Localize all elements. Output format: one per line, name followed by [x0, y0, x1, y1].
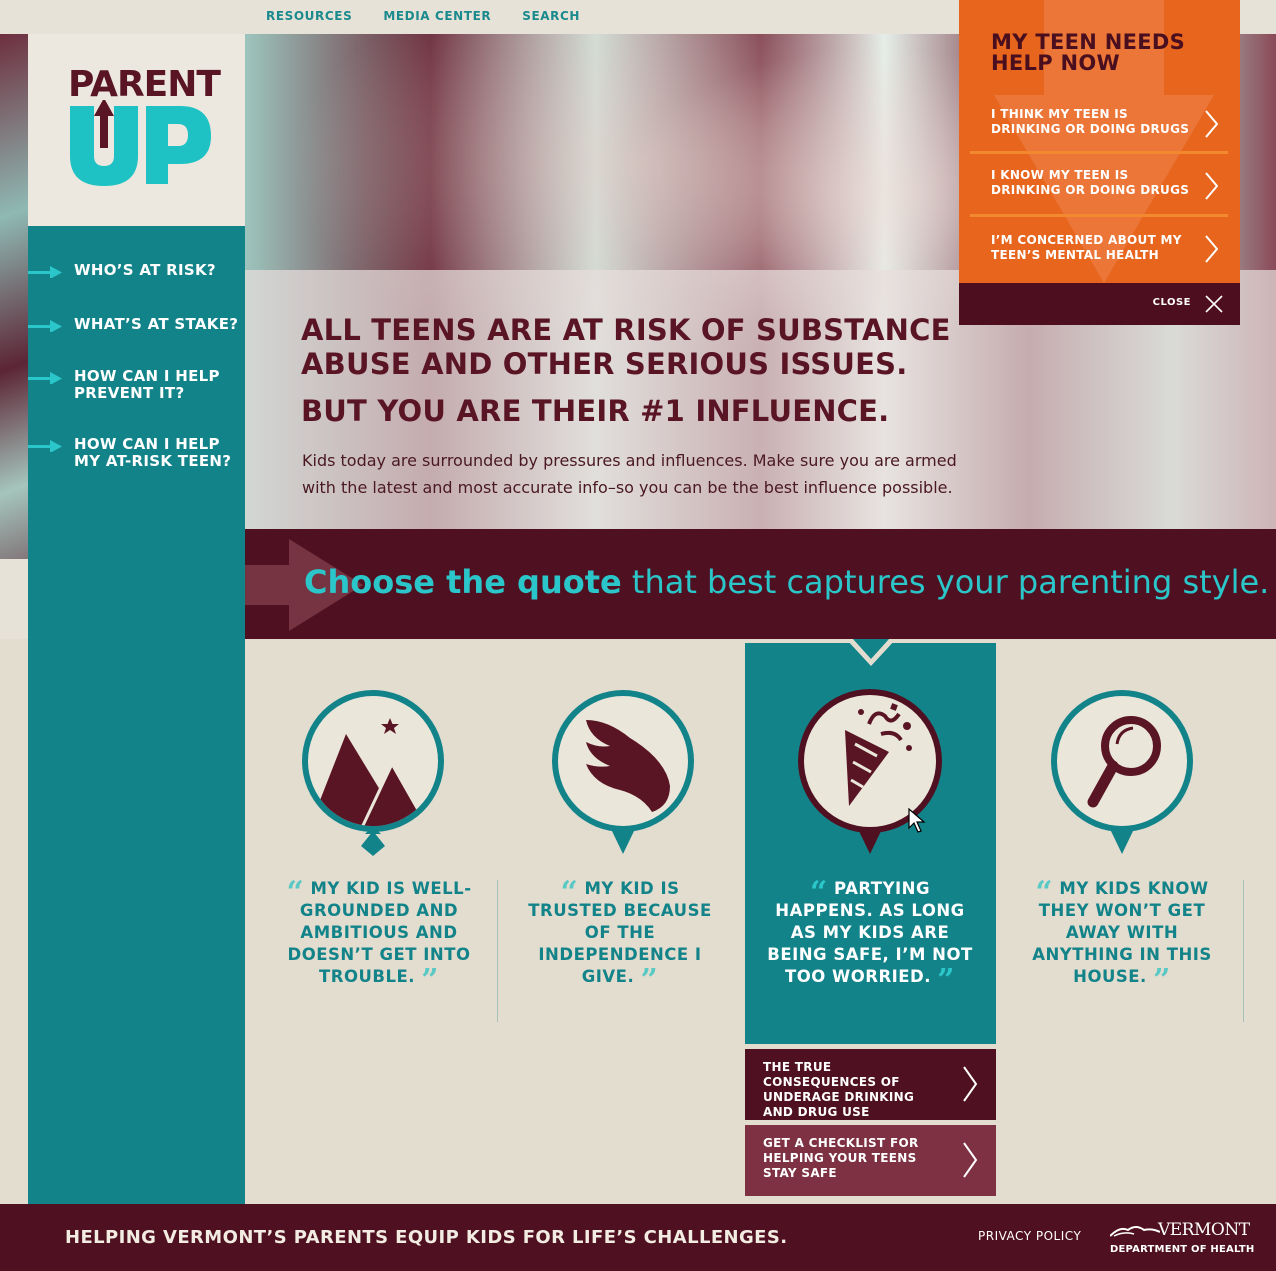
- mountain-logo-icon: [1110, 1226, 1160, 1237]
- sidebar-item-label: WHAT’S AT STAKE?: [74, 315, 239, 333]
- quote-card-1[interactable]: “ MY KID IS WELL-GROUNDED AND AMBITIOUS …: [273, 878, 485, 996]
- hero-body: Kids today are surrounded by pressures a…: [302, 451, 957, 497]
- quote-card-4[interactable]: “ MY KIDS KNOW THEY WON’T GET AWAY WITH …: [1016, 878, 1228, 996]
- help-now-panel: MY TEEN NEEDS HELP NOW I THINK MY TEEN I…: [959, 0, 1240, 325]
- help-item-think-drinking[interactable]: I THINK MY TEEN IS DRINKING OR DOING DRU…: [970, 92, 1228, 154]
- nav-search[interactable]: SEARCH: [522, 9, 580, 23]
- footer-tagline: HELPING VERMONT’S PARENTS EQUIP KIDS FOR…: [65, 1227, 788, 1248]
- banner-heading: Choose the quote that best captures your…: [304, 563, 1269, 601]
- help-item-label: I THINK MY TEEN IS DRINKING OR DOING DRU…: [991, 107, 1190, 136]
- close-quote-icon: ”: [421, 963, 440, 998]
- divider: [1243, 880, 1244, 1022]
- banner-heading-rest: that best captures your parenting style.: [621, 563, 1270, 601]
- top-nav: RESOURCES MEDIA CENTER SEARCH: [266, 9, 580, 23]
- logo-up-mark: [70, 100, 211, 186]
- close-quote-icon: ”: [937, 963, 956, 998]
- close-quote-icon: ”: [640, 963, 659, 998]
- magnifying-glass-icon[interactable]: [1047, 686, 1197, 856]
- chevron-right-icon: [1205, 172, 1218, 200]
- banner-heading-bold: Choose the quote: [304, 563, 622, 601]
- chevron-right-icon: [1205, 110, 1218, 138]
- selected-notch-inner: [853, 639, 889, 659]
- help-item-know-drinking[interactable]: I KNOW MY TEEN IS DRINKING OR DOING DRUG…: [970, 154, 1228, 216]
- chevron-right-icon: [963, 1066, 978, 1102]
- arrow-right-icon: [28, 266, 62, 278]
- hero-headline: ALL TEENS ARE AT RISK OF SUBSTANCE ABUSE…: [301, 313, 951, 381]
- link-true-consequences[interactable]: THE TRUE CONSEQUENCES OF UNDERAGE DRINKI…: [745, 1049, 996, 1120]
- nav-media-center[interactable]: MEDIA CENTER: [383, 9, 491, 23]
- link-label: THE TRUE CONSEQUENCES OF UNDERAGE DRINKI…: [763, 1060, 915, 1119]
- sidebar-item-whats-at-stake[interactable]: WHAT’S AT STAKE?: [28, 316, 245, 333]
- privacy-policy-link[interactable]: PRIVACY POLICY: [978, 1229, 1081, 1243]
- arrow-right-icon: [28, 320, 62, 332]
- sidebar-item-label: HOW CAN I HELP PREVENT IT?: [74, 367, 220, 402]
- quote-text: MY KIDS KNOW THEY WON’T GET AWAY WITH AN…: [1032, 879, 1212, 986]
- sidebar-item-whos-at-risk[interactable]: WHO’S AT RISK?: [28, 262, 245, 279]
- close-label: CLOSE: [1152, 297, 1191, 308]
- vermont-wordmark: VERMONT: [1158, 1220, 1250, 1240]
- help-item-mental-health[interactable]: I’M CONCERNED ABOUT MY TEEN’S MENTAL HEA…: [970, 217, 1228, 279]
- wing-icon[interactable]: [548, 686, 698, 856]
- link-checklist[interactable]: GET A CHECKLIST FOR HELPING YOUR TEENS S…: [745, 1125, 996, 1196]
- help-panel-title: MY TEEN NEEDS HELP NOW: [991, 30, 1186, 75]
- arrow-right-icon: [28, 440, 62, 452]
- help-close-button[interactable]: CLOSE: [959, 283, 1240, 325]
- mouse-cursor-icon: [908, 808, 926, 833]
- close-quote-icon: ”: [1153, 963, 1171, 998]
- sidebar-item-help-at-risk-teen[interactable]: HOW CAN I HELP MY AT-RISK TEEN?: [28, 436, 245, 470]
- divider: [497, 880, 498, 1022]
- quote-banner: Choose the quote that best captures your…: [245, 529, 1276, 639]
- hero-subhead: BUT YOU ARE THEIR #1 INFLUENCE.: [301, 394, 890, 428]
- footer: HELPING VERMONT’S PARENTS EQUIP KIDS FOR…: [0, 1204, 1276, 1271]
- chevron-right-icon: [963, 1142, 978, 1178]
- help-item-label: I KNOW MY TEEN IS DRINKING OR DOING DRUG…: [991, 168, 1190, 197]
- help-item-label: I’M CONCERNED ABOUT MY TEEN’S MENTAL HEA…: [991, 233, 1182, 262]
- mountain-icon[interactable]: [298, 686, 448, 856]
- sidebar-item-label: HOW CAN I HELP MY AT-RISK TEEN?: [74, 435, 232, 470]
- link-label: GET A CHECKLIST FOR HELPING YOUR TEENS S…: [763, 1136, 919, 1180]
- quote-text: MY KID IS TRUSTED BECAUSE OF THE INDEPEN…: [528, 879, 712, 986]
- sidebar-item-help-prevent[interactable]: HOW CAN I HELP PREVENT IT?: [28, 368, 245, 402]
- logo-parent-text: PARENT: [68, 64, 221, 105]
- quote-text: MY KID IS WELL-GROUNDED AND AMBITIOUS AN…: [287, 879, 472, 986]
- quote-card-3-selected[interactable]: “ PARTYING HAPPENS. AS LONG AS MY KIDS A…: [764, 878, 976, 996]
- department-of-health: DEPARTMENT OF HEALTH: [1110, 1244, 1255, 1255]
- sidebar: WHO’S AT RISK? WHAT’S AT STAKE? HOW CAN …: [28, 226, 245, 1204]
- sidebar-item-label: WHO’S AT RISK?: [74, 261, 216, 279]
- vermont-health-logo[interactable]: VERMONT DEPARTMENT OF HEALTH: [1110, 1218, 1254, 1262]
- nav-resources[interactable]: RESOURCES: [266, 9, 352, 23]
- quote-card-2[interactable]: “ MY KID IS TRUSTED BECAUSE OF THE INDEP…: [514, 878, 726, 996]
- close-icon: [1205, 295, 1223, 313]
- arrow-right-icon: [28, 372, 62, 384]
- chevron-right-icon: [1205, 235, 1218, 263]
